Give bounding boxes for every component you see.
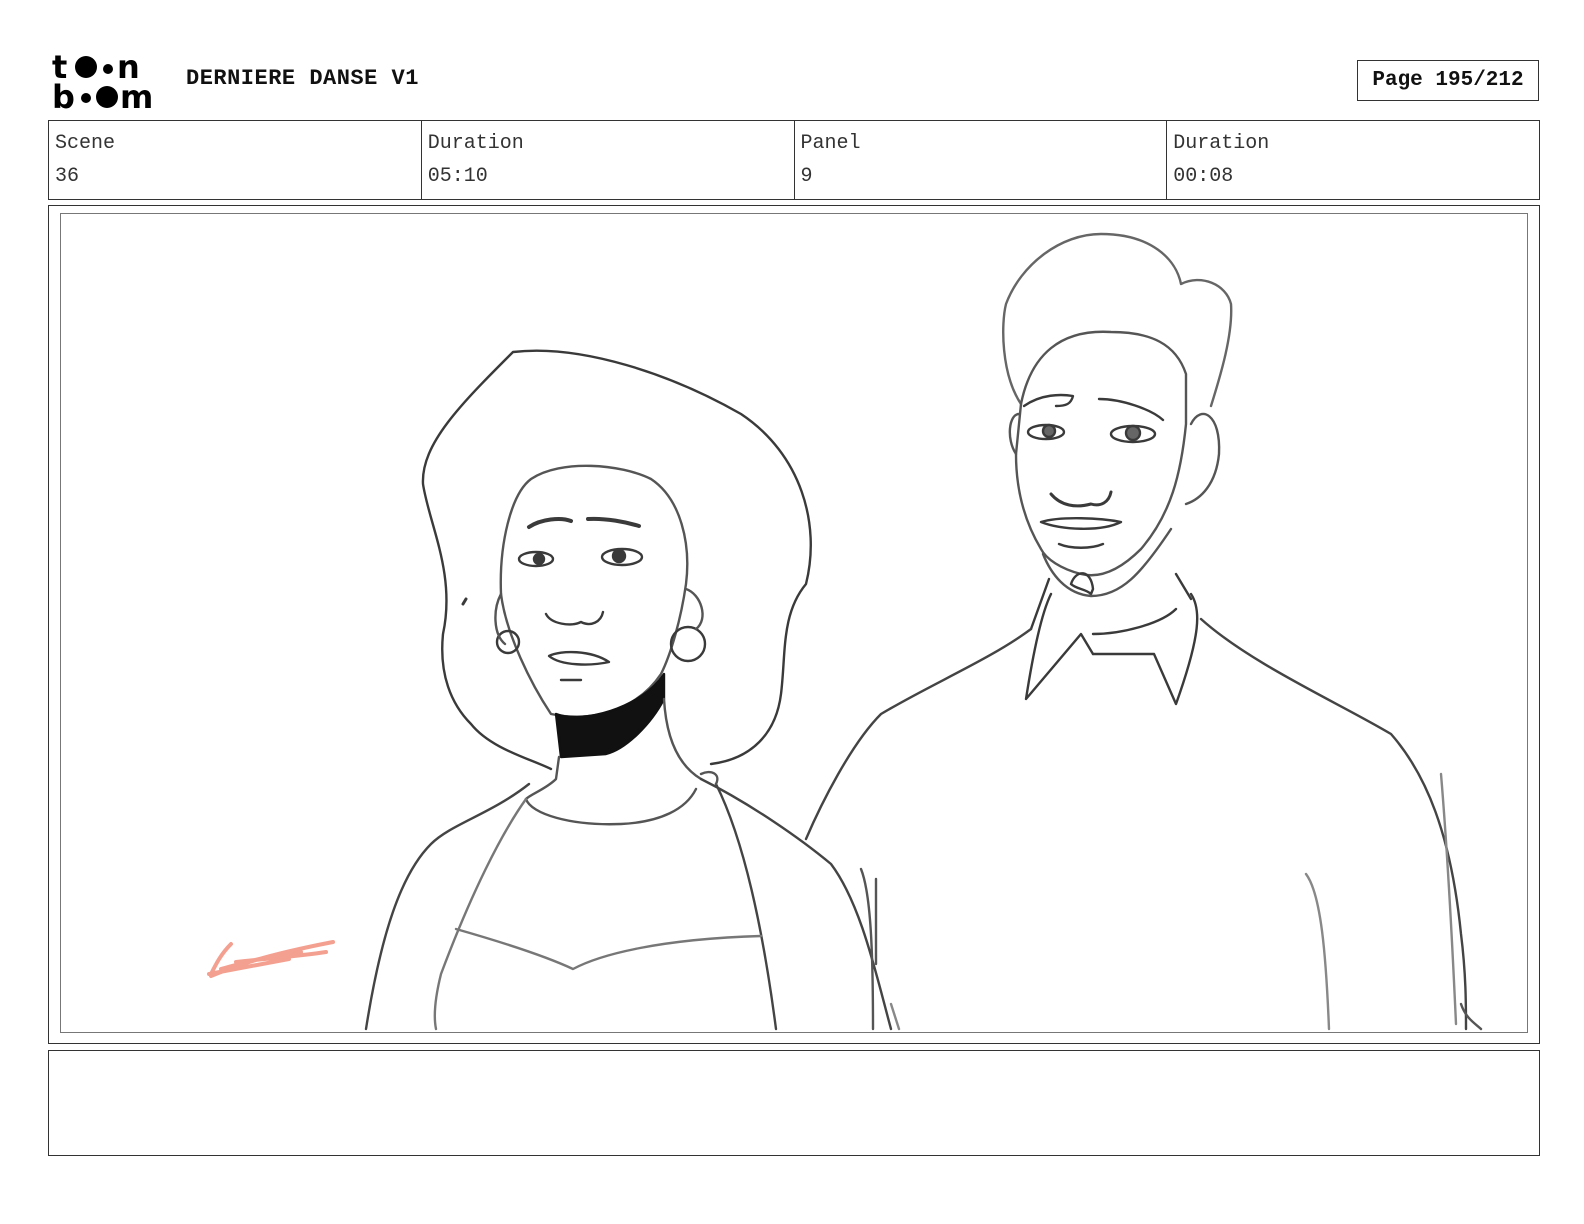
man-collar-left: [1024, 592, 1095, 701]
scene-cell: Scene 36: [49, 121, 422, 199]
woman-left-earring: [495, 629, 521, 655]
scene-label: Scene: [55, 132, 116, 155]
scene-duration-value: 05:10: [427, 165, 488, 188]
svg-text:m: m: [120, 78, 153, 112]
panel-value: 9: [800, 165, 813, 188]
panel-duration-cell: Duration 00:08: [1167, 121, 1539, 199]
man-neck: [1029, 572, 1193, 631]
man-arm-right: [1304, 872, 1331, 1031]
panel-label: Panel: [800, 132, 861, 155]
woman-right-earring: [669, 625, 707, 663]
panel-cell: Panel 9: [795, 121, 1168, 199]
woman-collar: [524, 787, 698, 826]
svg-text:b: b: [52, 78, 75, 112]
man-hair: [1002, 232, 1233, 408]
page-indicator: Page 195/212: [1357, 60, 1539, 101]
panel-notes-box[interactable]: [48, 1050, 1540, 1156]
woman-top-neckline: [454, 927, 763, 971]
woman-shoulders: [364, 782, 531, 1031]
storyboard-panel-drawing: [60, 213, 1528, 1033]
man-mouth: [1039, 517, 1123, 530]
man-nose: [1049, 490, 1113, 508]
man-left-brow: [1022, 393, 1075, 408]
storyboard-panel-frame: [48, 205, 1540, 1044]
toonboom-logo: t n b m: [50, 50, 165, 112]
woman-right-brow: [586, 516, 641, 528]
man-shoulders: [804, 617, 1468, 1031]
scene-value: 36: [55, 165, 80, 188]
man-collar-right: [1091, 592, 1199, 706]
panel-info-table: Scene 36 Duration 05:10 Panel 9 Duration…: [48, 120, 1540, 200]
pink-accent-mark: [207, 940, 335, 978]
scene-duration-label: Duration: [427, 132, 524, 155]
toonboom-logo-mark: t n b m: [52, 50, 153, 112]
man-right-brow: [1097, 397, 1165, 422]
storyboard-title: DERNIERE DANSE V1: [186, 66, 419, 91]
woman-nose: [544, 610, 605, 626]
woman-mouth: [547, 650, 611, 666]
man-right-ear: [1184, 412, 1221, 506]
man-arm-left: [859, 867, 875, 1031]
scene-duration-cell: Duration 05:10: [422, 121, 795, 199]
man-face: [1014, 330, 1188, 577]
panel-duration-label: Duration: [1173, 132, 1270, 155]
woman-left-brow: [527, 517, 573, 529]
sketch-drawing: [207, 232, 1483, 1031]
panel-duration-value: 00:08: [1173, 165, 1234, 188]
